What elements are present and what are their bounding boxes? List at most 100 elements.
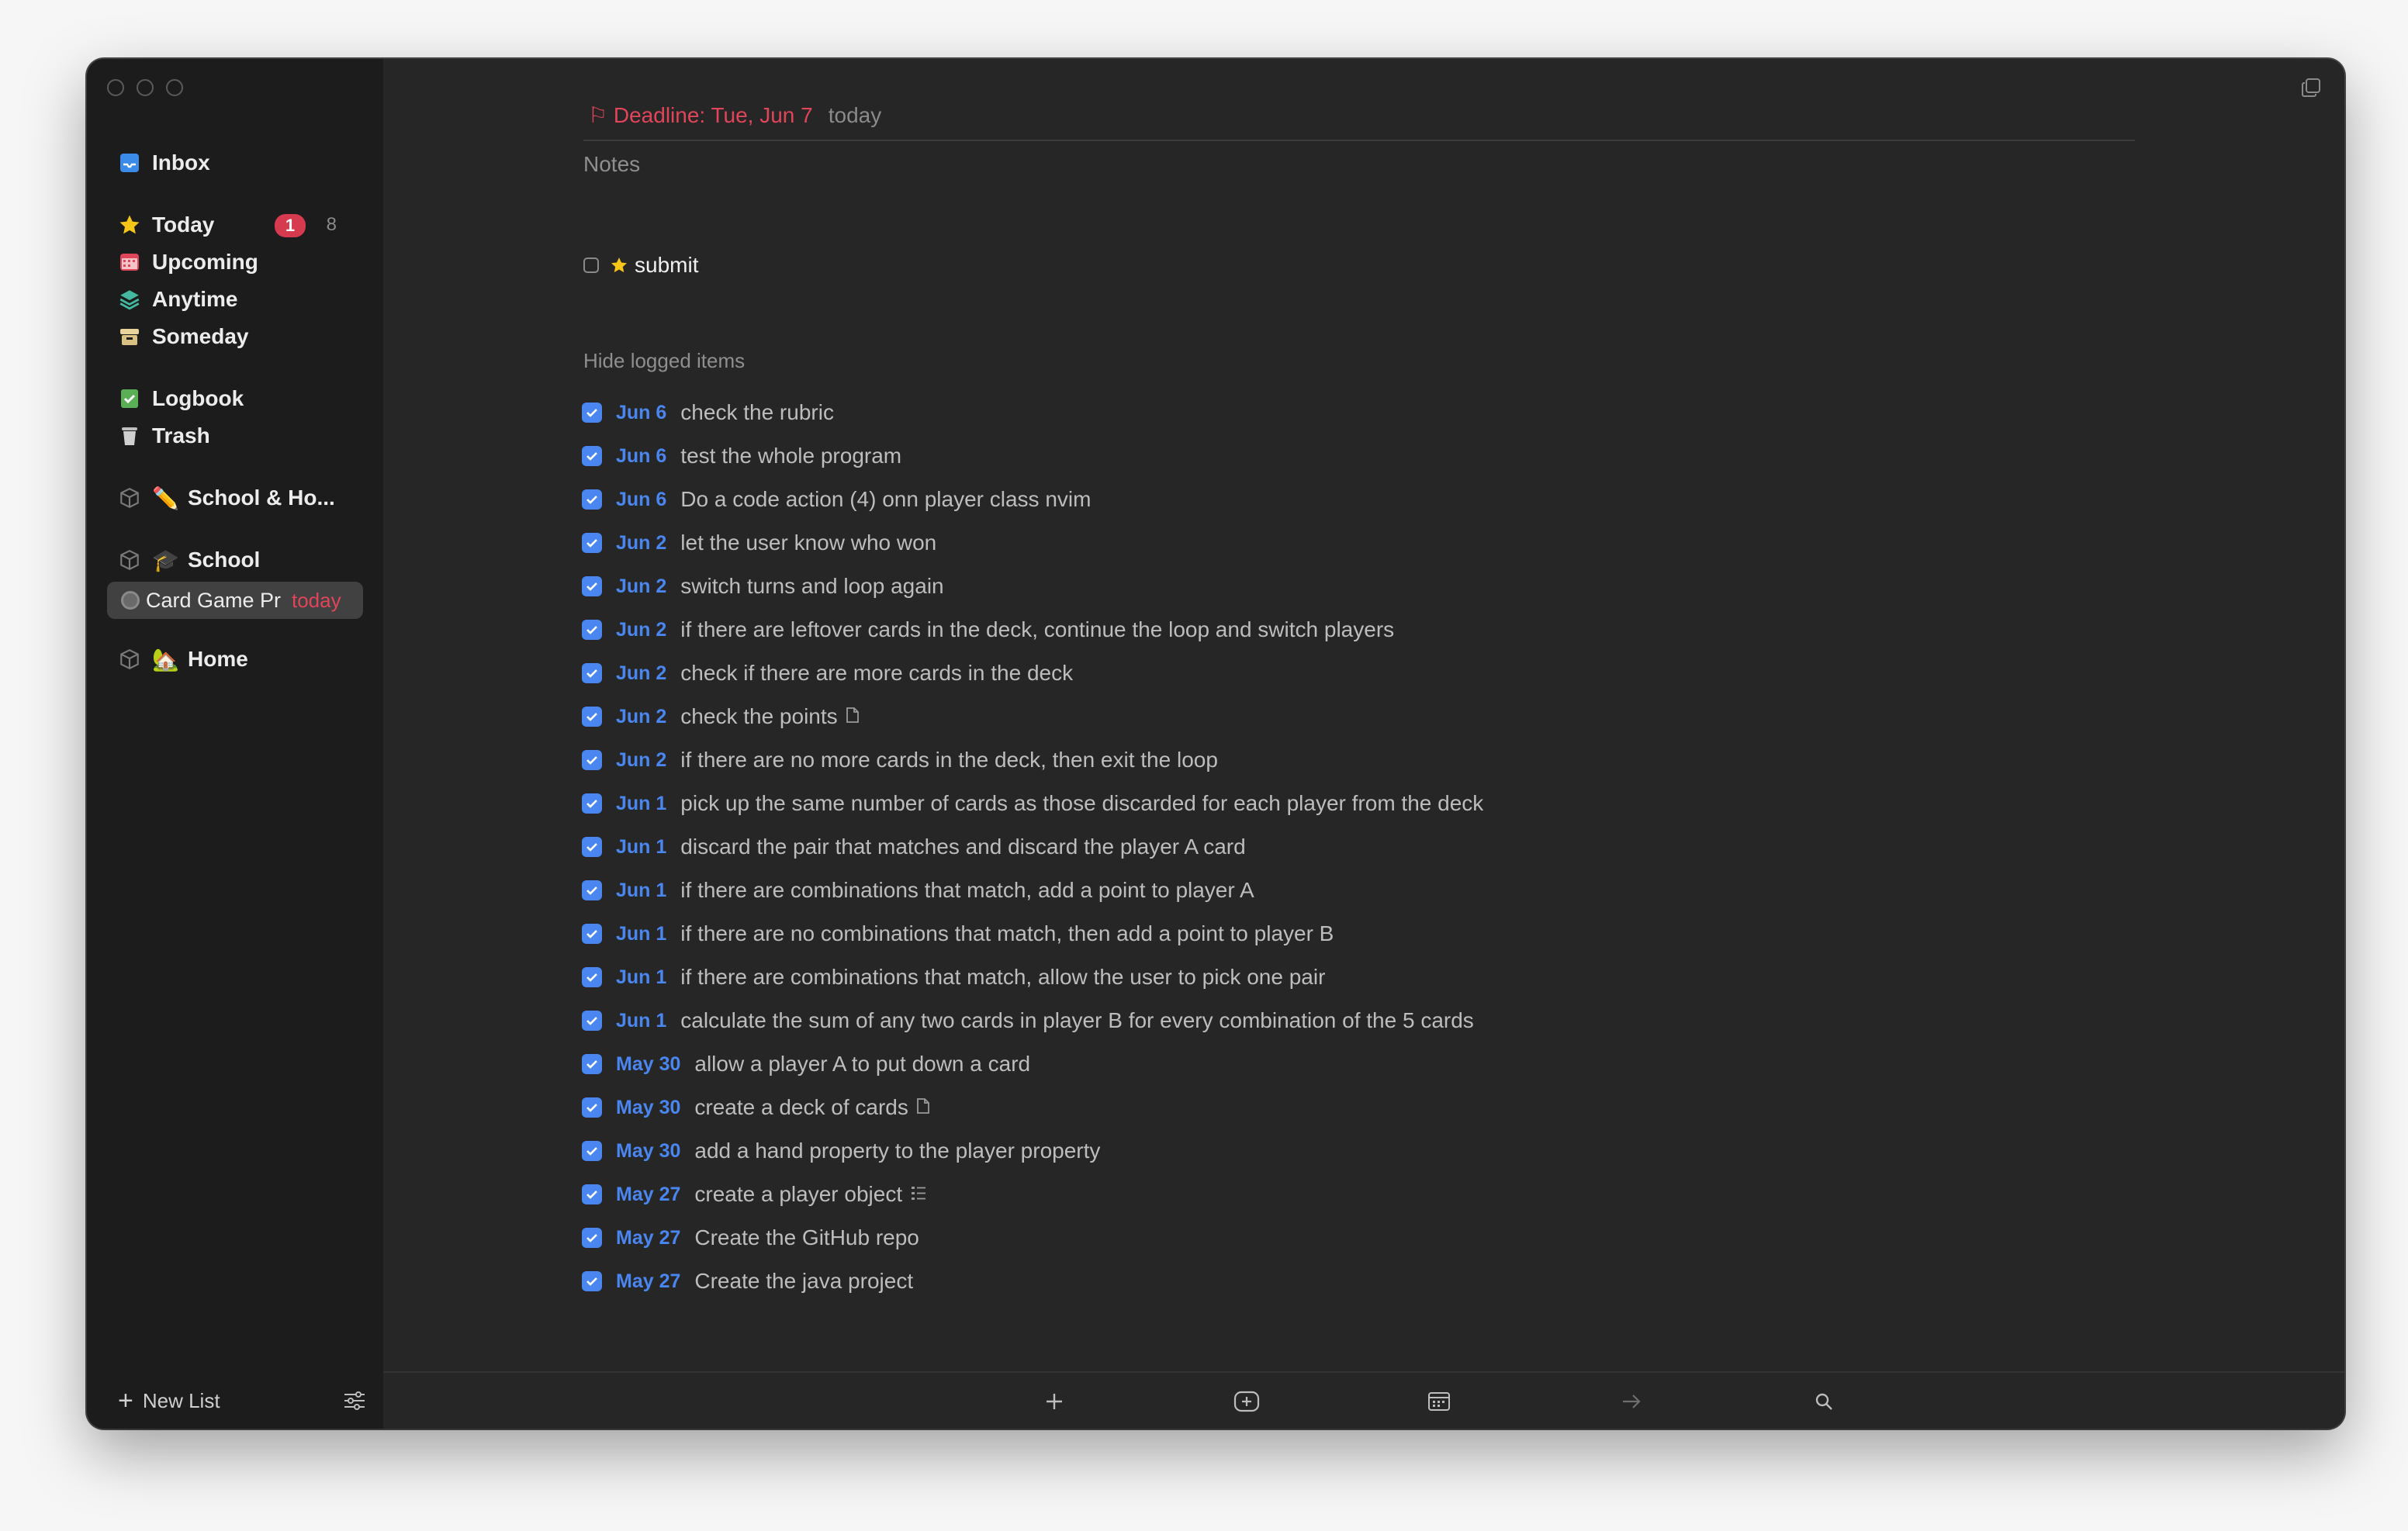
sidebar-item-today[interactable]: Today 1 8 bbox=[118, 208, 366, 242]
completion-date: Jun 2 bbox=[616, 662, 667, 684]
checked-checkbox[interactable] bbox=[582, 1271, 602, 1291]
logged-item-row[interactable]: Jun 1 if there are combinations that matc… bbox=[582, 869, 1483, 912]
logged-item-row[interactable]: May 27 Create the GitHub repo bbox=[582, 1216, 1483, 1260]
sidebar-item-label: Home bbox=[188, 647, 248, 671]
deadline-row[interactable]: ⚐ Deadline: Tue, Jun 7 today bbox=[588, 102, 881, 128]
logged-item-row[interactable]: Jun 1 discard the pair that matches and d… bbox=[582, 825, 1483, 869]
logged-item-title: check the points bbox=[680, 704, 838, 728]
checked-checkbox[interactable] bbox=[582, 1141, 602, 1161]
checklist-icon bbox=[910, 1184, 927, 1205]
overdue-badge: 1 bbox=[275, 214, 306, 237]
trash-icon bbox=[118, 424, 141, 448]
completion-date: Jun 2 bbox=[616, 618, 667, 641]
checked-checkbox[interactable] bbox=[582, 663, 602, 683]
completion-date: Jun 1 bbox=[616, 922, 667, 945]
checked-checkbox[interactable] bbox=[582, 1011, 602, 1031]
new-list-button[interactable]: New List bbox=[143, 1389, 220, 1413]
completion-date: Jun 1 bbox=[616, 792, 667, 814]
today-count: 8 bbox=[326, 214, 337, 235]
logged-item-row[interactable]: Jun 2 if there are no more cards in the d… bbox=[582, 738, 1483, 782]
logged-item-row[interactable]: Jun 1 pick up the same number of cards as… bbox=[582, 782, 1483, 825]
checked-checkbox[interactable] bbox=[582, 489, 602, 510]
todo-checkbox[interactable] bbox=[583, 257, 599, 273]
sidebar-project-card-game[interactable]: Card Game Pr today bbox=[107, 582, 363, 619]
sidebar-item-anytime[interactable]: Anytime bbox=[118, 282, 366, 316]
completion-date: Jun 2 bbox=[616, 531, 667, 554]
logged-item-row[interactable]: Jun 1 if there are no combinations that m… bbox=[582, 912, 1483, 956]
checked-checkbox[interactable] bbox=[582, 793, 602, 814]
add-heading-icon[interactable] bbox=[1233, 1388, 1260, 1415]
completion-date: May 30 bbox=[616, 1139, 681, 1162]
logged-item-title: calculate the sum of any two cards in pl… bbox=[680, 1008, 1474, 1032]
logged-item-title: switch turns and loop again bbox=[680, 574, 944, 598]
checked-checkbox[interactable] bbox=[582, 620, 602, 640]
checked-checkbox[interactable] bbox=[582, 403, 602, 423]
sidebar-item-someday[interactable]: Someday bbox=[118, 320, 366, 354]
hide-logged-items-button[interactable]: Hide logged items bbox=[583, 349, 745, 373]
sidebar-item-label: Logbook bbox=[152, 386, 244, 410]
sidebar-item-upcoming[interactable]: Upcoming bbox=[118, 245, 366, 279]
logged-item-title: pick up the same number of cards as thos… bbox=[680, 791, 1484, 815]
completion-date: May 30 bbox=[616, 1052, 681, 1075]
checked-checkbox[interactable] bbox=[582, 880, 602, 900]
arrow-right-icon[interactable] bbox=[1618, 1388, 1645, 1415]
checked-checkbox[interactable] bbox=[582, 707, 602, 727]
logged-item-row[interactable]: May 30 add a hand property to the player … bbox=[582, 1129, 1483, 1173]
logged-item-row[interactable]: Jun 2 switch turns and loop again bbox=[582, 565, 1483, 608]
sidebar-item-label: Today bbox=[152, 213, 215, 237]
calendar-icon[interactable] bbox=[1426, 1388, 1452, 1415]
logged-item-row[interactable]: Jun 6 Do a code action (4) onn player cla… bbox=[582, 478, 1483, 521]
checked-checkbox[interactable] bbox=[582, 750, 602, 770]
logged-item-row[interactable]: May 30 create a deck of cards bbox=[582, 1086, 1483, 1129]
notes-field[interactable]: Notes bbox=[583, 152, 640, 177]
logged-item-row[interactable]: Jun 1 calculate the sum of any two cards … bbox=[582, 999, 1483, 1042]
deadline-when: today bbox=[828, 103, 882, 127]
new-window-icon[interactable] bbox=[2301, 78, 2321, 102]
sidebar-area-home[interactable]: 🏡 Home bbox=[118, 642, 366, 676]
search-icon[interactable] bbox=[1811, 1388, 1837, 1415]
checked-checkbox[interactable] bbox=[582, 1054, 602, 1074]
sidebar-area-school[interactable]: 🎓 School bbox=[118, 543, 366, 577]
sidebar-area-school-home[interactable]: ✏️ School & Ho... bbox=[118, 481, 366, 515]
checked-checkbox[interactable] bbox=[582, 446, 602, 466]
logged-item-row[interactable]: May 27 Create the java project bbox=[582, 1260, 1483, 1303]
sidebar-item-label: School & Ho... bbox=[188, 486, 335, 510]
sidebar-item-logbook[interactable]: Logbook bbox=[118, 382, 366, 416]
todo-item-submit[interactable]: submit bbox=[583, 253, 698, 278]
checked-checkbox[interactable] bbox=[582, 837, 602, 857]
project-due-label: today bbox=[292, 588, 341, 612]
completion-date: May 27 bbox=[616, 1183, 681, 1205]
completion-date: Jun 2 bbox=[616, 705, 667, 727]
checked-checkbox[interactable] bbox=[582, 533, 602, 553]
sidebar-item-trash[interactable]: Trash bbox=[118, 419, 366, 453]
bottom-toolbar bbox=[383, 1371, 2344, 1429]
checked-checkbox[interactable] bbox=[582, 576, 602, 596]
close-window-button[interactable] bbox=[107, 79, 124, 96]
checked-checkbox[interactable] bbox=[582, 1097, 602, 1118]
logged-item-title: create a deck of cards bbox=[694, 1095, 908, 1119]
logged-item-row[interactable]: Jun 2 check if there are more cards in th… bbox=[582, 651, 1483, 695]
sidebar-item-inbox[interactable]: Inbox bbox=[118, 146, 366, 180]
logged-item-row[interactable]: Jun 1 if there are combinations that matc… bbox=[582, 956, 1483, 999]
minimize-window-button[interactable] bbox=[137, 79, 154, 96]
logged-item-row[interactable]: Jun 6 check the rubric bbox=[582, 391, 1483, 434]
filter-settings-icon[interactable] bbox=[343, 1390, 366, 1417]
zoom-window-button[interactable] bbox=[166, 79, 183, 96]
logged-item-row[interactable]: Jun 2 if there are leftover cards in the … bbox=[582, 608, 1483, 651]
todo-title: submit bbox=[635, 253, 699, 277]
sidebar-item-label: Anytime bbox=[152, 287, 238, 311]
checked-checkbox[interactable] bbox=[582, 924, 602, 944]
completion-date: Jun 6 bbox=[616, 401, 667, 423]
checked-checkbox[interactable] bbox=[582, 967, 602, 987]
checked-checkbox[interactable] bbox=[582, 1184, 602, 1204]
logged-item-row[interactable]: Jun 2 let the user know who won bbox=[582, 521, 1483, 565]
completion-date: Jun 1 bbox=[616, 879, 667, 901]
completion-date: May 27 bbox=[616, 1226, 681, 1249]
checked-checkbox[interactable] bbox=[582, 1228, 602, 1248]
logged-item-row[interactable]: May 30 allow a player A to put down a car… bbox=[582, 1042, 1483, 1086]
logged-item-row[interactable]: Jun 2 check the points bbox=[582, 695, 1483, 738]
sidebar: Inbox Today 1 8 Upcoming Anytime Someday… bbox=[87, 59, 383, 1429]
logged-item-row[interactable]: Jun 6 test the whole program bbox=[582, 434, 1483, 478]
plus-icon[interactable] bbox=[1041, 1388, 1067, 1415]
logged-item-row[interactable]: May 27 create a player object bbox=[582, 1173, 1483, 1216]
